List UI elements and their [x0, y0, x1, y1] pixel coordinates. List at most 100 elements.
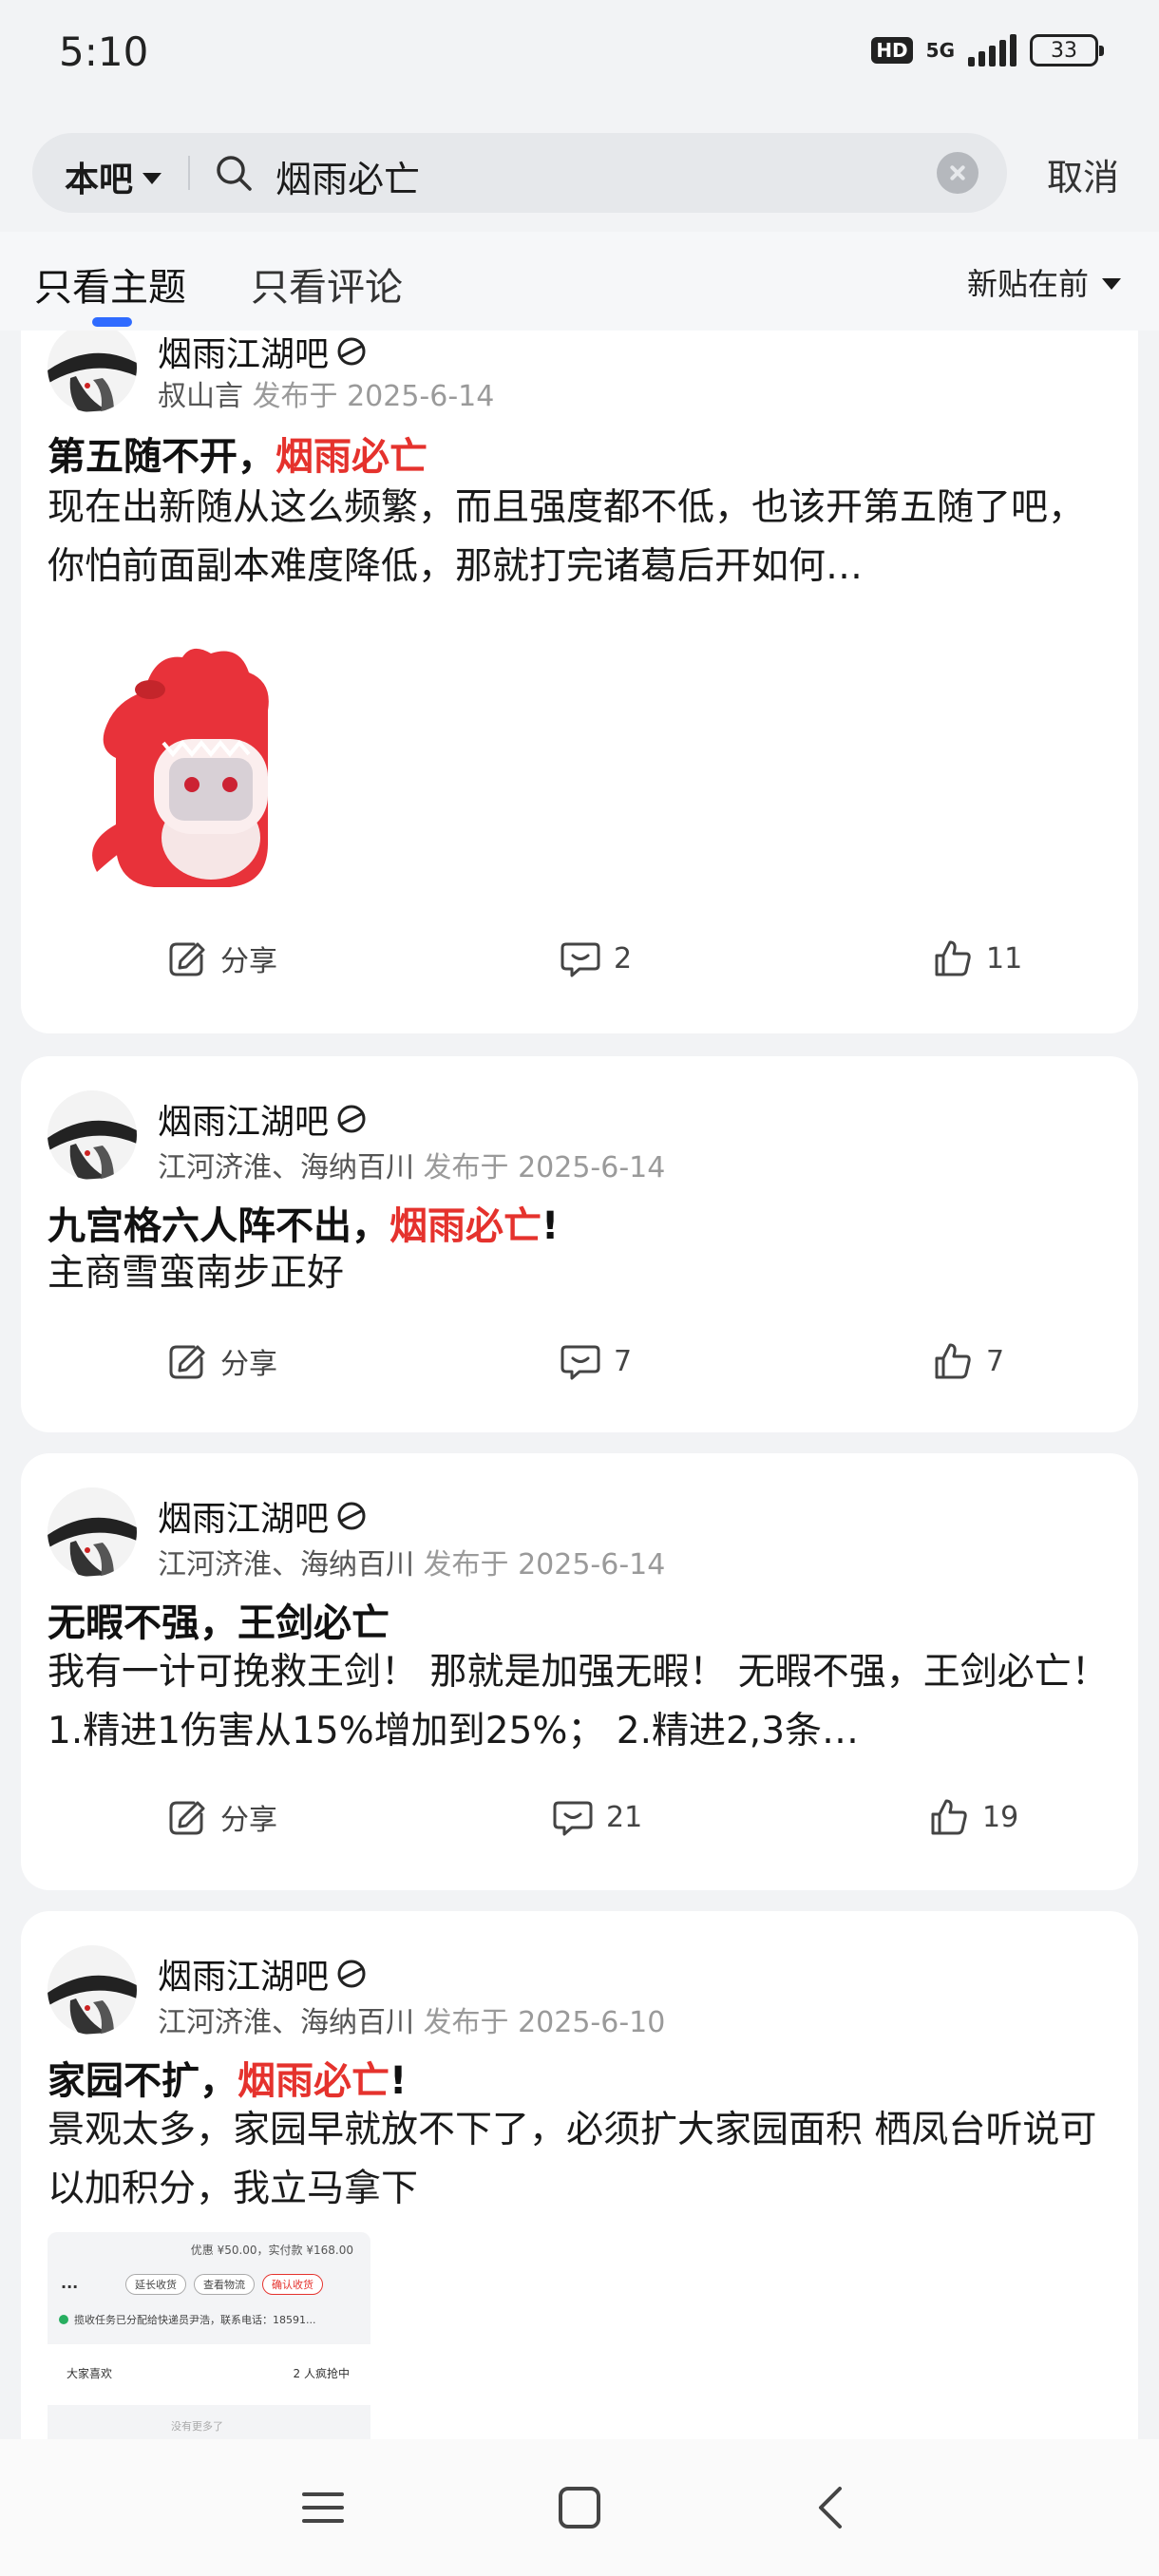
battery-level: 33 [1051, 38, 1077, 63]
post-actions: 分享 2 11 [21, 937, 1138, 994]
tab-topics-only[interactable]: 只看主题 [34, 256, 186, 312]
home-icon[interactable] [553, 2481, 606, 2534]
thumb-notice: 揽收任务已分配给快递员尹浩，联系电话：18591... [59, 2312, 315, 2327]
post-title[interactable]: 第五随不开，烟雨必亡 [48, 426, 428, 481]
post-meta: 江河济淮、海纳百川 发布于 2025-6-14 [158, 1144, 665, 1185]
post-card[interactable]: 烟雨江湖吧 江河济淮、海纳百川 发布于 2025-6-14 无暇不强，王剑必亡 … [21, 1453, 1138, 1890]
post-card[interactable]: 烟雨江湖吧 江河济淮、海纳百川 发布于 2025-6-14 九宫格六人阵不出，烟… [21, 1056, 1138, 1432]
post-title[interactable]: 家园不扩，烟雨必亡! [48, 2050, 407, 2105]
title-text: 家园不扩， [48, 2059, 238, 2103]
cancel-button[interactable]: 取消 [1047, 148, 1119, 200]
share-label: 分享 [220, 1804, 277, 1837]
caret-down-icon [1102, 278, 1121, 290]
search-scope-label: 本吧 [65, 161, 134, 199]
post-title[interactable]: 无暇不强，王剑必亡 [48, 1592, 390, 1647]
thumb-notice-text: 揽收任务已分配给快递员尹浩，联系电话：18591... [74, 2314, 316, 2326]
share-button[interactable]: 分享 [165, 1339, 277, 1383]
author-name[interactable]: 江河济淮、海纳百川 [158, 1548, 414, 1582]
sort-dropdown[interactable]: 新贴在前 [967, 260, 1121, 304]
share-icon [169, 942, 205, 976]
avatar[interactable] [48, 331, 137, 412]
post-image-thumbnail[interactable]: 优惠 ¥50.00，实付款 ¥168.00 ··· 延长收货 查看物流 确认收货… [48, 2232, 370, 2439]
battery-icon: 33 [1030, 34, 1104, 66]
share-icon [169, 1345, 205, 1379]
avatar[interactable] [48, 1487, 137, 1577]
comment-button[interactable]: 21 [551, 1795, 642, 1839]
title-suffix: ! [390, 2059, 408, 2103]
forum-name[interactable]: 烟雨江湖吧 [158, 1094, 369, 1144]
post-date: 发布于 2025-6-10 [423, 2006, 666, 2039]
thumb-no-more: 没有更多了 [171, 2420, 223, 2433]
caret-down-icon [142, 173, 162, 184]
forum-name[interactable]: 烟雨江湖吧 [158, 1949, 369, 1998]
sort-label: 新贴在前 [966, 266, 1089, 302]
post-card[interactable]: 烟雨江湖吧 叔山言 发布于 2025-6-14 第五随不开，烟雨必亡 现在出新随… [21, 331, 1138, 1033]
like-button[interactable]: 11 [931, 937, 1022, 980]
share-button[interactable]: 分享 [165, 1795, 277, 1839]
author-name[interactable]: 叔山言 [158, 380, 243, 413]
thumb-logistics-button: 查看物流 [194, 2274, 255, 2295]
post-excerpt[interactable]: 景观太多，家园早就放不下了，必须扩大家园面积 栖凤台听说可以加积分，我立马拿下 [48, 2101, 1121, 2219]
forum-name[interactable]: 烟雨江湖吧 [158, 331, 369, 376]
thumb-grab: 2 人疯抢中 [293, 2367, 350, 2380]
thumbs-up-icon [935, 1343, 971, 1379]
share-button[interactable]: 分享 [165, 937, 277, 980]
post-feed[interactable]: 烟雨江湖吧 叔山言 发布于 2025-6-14 第五随不开，烟雨必亡 现在出新随… [0, 331, 1159, 2439]
comment-count: 2 [614, 941, 633, 975]
avatar[interactable] [48, 1090, 137, 1180]
thumb-price: 优惠 ¥50.00，实付款 ¥168.00 [190, 2244, 353, 2257]
thumb-confirm-button: 确认收货 [262, 2274, 323, 2295]
comment-count: 21 [606, 1800, 643, 1834]
search-input[interactable]: 烟雨必亡 [276, 150, 420, 202]
clear-icon[interactable] [937, 152, 978, 194]
sticker-image[interactable] [78, 635, 306, 900]
title-suffix: ! [542, 1204, 560, 1248]
like-count: 11 [986, 941, 1023, 975]
like-button[interactable]: 7 [931, 1339, 1004, 1383]
forum-name[interactable]: 烟雨江湖吧 [158, 1491, 369, 1541]
title-text: 无暇不强，王剑必亡 [48, 1601, 390, 1645]
comment-icon [560, 942, 600, 977]
post-date: 发布于 2025-6-14 [423, 1548, 666, 1582]
like-count: 19 [982, 1800, 1019, 1834]
post-excerpt[interactable]: 现在出新随从这么频繁，而且强度都不低，也该开第五随了吧，你怕前面副本难度降低，那… [48, 479, 1121, 597]
post-meta: 叔山言 发布于 2025-6-14 [158, 372, 494, 414]
tab-comments-only[interactable]: 只看评论 [251, 256, 403, 312]
back-icon[interactable] [806, 2481, 859, 2534]
forum-label: 烟雨江湖吧 [158, 1500, 330, 1539]
post-actions: 分享 21 19 [21, 1795, 1138, 1852]
share-label: 分享 [220, 1348, 277, 1381]
post-excerpt[interactable]: 我有一计可挽救王剑！ 那就是加强无暇！ 无暇不强，王剑必亡！ 1.精进1伤害从1… [48, 1643, 1121, 1761]
comment-count: 7 [614, 1344, 633, 1378]
search-row: 本吧 烟雨必亡 取消 [0, 106, 1159, 232]
post-date: 发布于 2025-6-14 [252, 380, 495, 413]
comment-icon [553, 1801, 593, 1836]
title-highlight: 烟雨必亡 [390, 1204, 542, 1248]
menu-icon[interactable] [296, 2481, 350, 2534]
like-count: 7 [986, 1344, 1005, 1378]
share-label: 分享 [220, 945, 277, 978]
like-button[interactable]: 19 [927, 1795, 1018, 1839]
title-highlight: 烟雨必亡 [238, 2059, 390, 2103]
post-card[interactable]: 烟雨江湖吧 江河济淮、海纳百川 发布于 2025-6-10 家园不扩，烟雨必亡!… [21, 1911, 1138, 2439]
planet-icon [337, 1502, 366, 1530]
thumb-buttons: 延长收货 查看物流 确认收货 [125, 2274, 323, 2295]
search-icon [217, 156, 252, 191]
post-excerpt[interactable]: 主商雪蛮南步正好 [48, 1244, 1121, 1303]
post-title[interactable]: 九宫格六人阵不出，烟雨必亡! [48, 1195, 559, 1250]
avatar[interactable] [48, 1945, 137, 2035]
forum-label: 烟雨江湖吧 [158, 335, 330, 374]
comment-button[interactable]: 7 [559, 1339, 632, 1383]
author-name[interactable]: 江河济淮、海纳百川 [158, 2006, 414, 2039]
comment-button[interactable]: 2 [559, 937, 632, 980]
post-meta: 江河济淮、海纳百川 发布于 2025-6-14 [158, 1541, 665, 1582]
forum-label: 烟雨江湖吧 [158, 1958, 330, 1997]
status-icons: HD 5G 33 [871, 34, 1104, 66]
check-icon [59, 2315, 68, 2324]
author-name[interactable]: 江河济淮、海纳百川 [158, 1151, 414, 1184]
post-date: 发布于 2025-6-14 [423, 1151, 666, 1184]
search-box: 本吧 烟雨必亡 [32, 133, 1007, 213]
system-nav-bar [0, 2439, 1159, 2576]
search-scope-dropdown[interactable]: 本吧 [65, 152, 162, 201]
share-icon [169, 1801, 205, 1835]
